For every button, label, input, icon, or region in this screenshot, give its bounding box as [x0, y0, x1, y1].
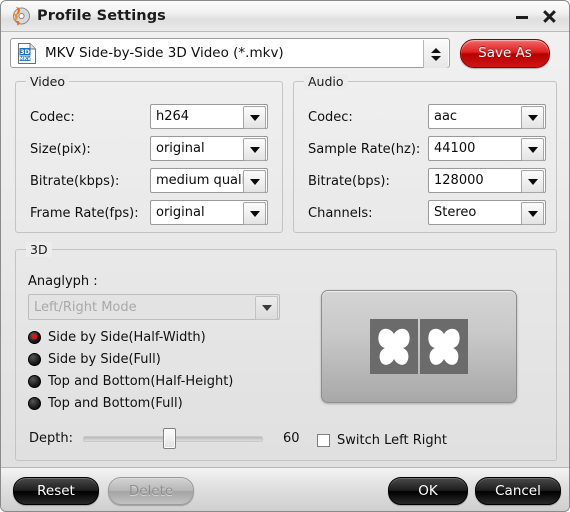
- switch-left-right-checkbox[interactable]: [317, 434, 330, 447]
- anaglyph-label: Anaglyph :: [28, 273, 98, 289]
- audio-codec-label: Codec:: [308, 109, 353, 125]
- mode-label: Side by Side(Full): [48, 351, 161, 367]
- svg-text:3D: 3D: [20, 48, 31, 56]
- video-codec-label: Codec:: [30, 109, 75, 125]
- video-framerate-row: Frame Rate(fps):: [30, 200, 139, 226]
- video-size-row: Size(pix):: [30, 136, 91, 162]
- disc-flame-icon: [9, 5, 31, 27]
- cancel-button[interactable]: Cancel: [475, 477, 561, 505]
- audio-codec-value: aac: [434, 109, 458, 124]
- profile-settings-dialog: Profile Settings 3D MKV MKV Side-by-Side…: [0, 0, 570, 512]
- audio-bitrate-value: 128000: [434, 173, 484, 188]
- switch-left-right-label: Switch Left Right: [337, 433, 447, 448]
- butterfly-icon: [428, 328, 460, 365]
- audio-samplerate-value: 44100: [434, 141, 476, 156]
- chevron-down-icon[interactable]: [243, 138, 266, 161]
- mode-top-and-bottom-half-height[interactable]: Top and Bottom(Half-Height): [28, 371, 233, 391]
- three-d-group-legend: 3D: [26, 242, 52, 257]
- preview-pane-right: [420, 319, 468, 374]
- audio-bitrate-row: Bitrate(bps):: [308, 168, 390, 194]
- audio-channels-row: Channels:: [308, 200, 373, 226]
- mode-label: Top and Bottom(Half-Height): [48, 373, 234, 389]
- chevron-down-icon[interactable]: [521, 170, 544, 193]
- reset-button[interactable]: Reset: [13, 477, 99, 505]
- mode-label: Top and Bottom(Full): [48, 395, 183, 411]
- video-framerate-value: original: [156, 205, 205, 220]
- radio-icon[interactable]: [28, 374, 41, 388]
- radio-icon[interactable]: [28, 352, 41, 366]
- radio-icon[interactable]: [28, 396, 41, 410]
- audio-channels-label: Channels:: [308, 205, 373, 221]
- chevron-down-icon[interactable]: [521, 202, 544, 225]
- chevron-down-icon[interactable]: [255, 296, 278, 320]
- svg-text:MKV: MKV: [19, 55, 31, 61]
- video-framerate-label: Frame Rate(fps):: [30, 205, 139, 221]
- anaglyph-row: Anaglyph :: [28, 268, 98, 294]
- depth-label: Depth:: [29, 431, 73, 446]
- title-bar: Profile Settings: [1, 1, 569, 32]
- window-controls: [515, 8, 563, 24]
- audio-channels-value: Stereo: [434, 205, 477, 220]
- video-size-combobox[interactable]: original: [150, 136, 268, 161]
- audio-samplerate-label: Sample Rate(hz):: [308, 141, 421, 157]
- mode-label: Side by Side(Half-Width): [48, 329, 206, 345]
- profile-format-value: MKV Side-by-Side 3D Video (*.mkv): [45, 45, 284, 61]
- chevron-down-icon[interactable]: [243, 170, 266, 193]
- dialog-footer: Reset Delete OK Cancel: [1, 467, 569, 511]
- save-as-button[interactable]: Save As: [460, 38, 550, 68]
- video-size-label: Size(pix):: [30, 141, 91, 157]
- audio-group: Audio Codec: aac Sample Rate(hz): 44100 …: [293, 74, 557, 233]
- up-down-spinner-icon[interactable]: [423, 40, 448, 68]
- format-row: 3D MKV MKV Side-by-Side 3D Video (*.mkv)…: [10, 37, 562, 69]
- radio-icon[interactable]: [28, 330, 41, 344]
- video-codec-row: Codec:: [30, 104, 75, 130]
- chevron-down-icon[interactable]: [243, 202, 266, 225]
- video-bitrate-value: medium quality: [156, 173, 259, 188]
- depth-row: Depth: 60: [29, 427, 300, 449]
- ok-button[interactable]: OK: [388, 477, 468, 505]
- video-framerate-combobox[interactable]: original: [150, 200, 268, 225]
- video-size-value: original: [156, 141, 205, 156]
- close-icon[interactable]: [542, 8, 557, 24]
- anaglyph-value: Left/Right Mode: [34, 299, 137, 315]
- butterfly-icon: [378, 328, 410, 365]
- anaglyph-combobox[interactable]: Left/Right Mode: [28, 294, 280, 320]
- video-codec-combobox[interactable]: h264: [150, 104, 268, 129]
- depth-slider[interactable]: [82, 427, 263, 449]
- audio-channels-combobox[interactable]: Stereo: [428, 200, 546, 225]
- minimize-icon[interactable]: [515, 8, 530, 24]
- audio-samplerate-combobox[interactable]: 44100: [428, 136, 546, 161]
- switch-left-right-row[interactable]: Switch Left Right: [317, 433, 447, 448]
- mode-top-and-bottom-full[interactable]: Top and Bottom(Full): [28, 393, 183, 413]
- video-group: Video Codec: h264 Size(pix): original Bi…: [15, 74, 283, 233]
- depth-value: 60: [282, 431, 300, 446]
- audio-bitrate-combobox[interactable]: 128000: [428, 168, 546, 193]
- audio-samplerate-row: Sample Rate(hz):: [308, 136, 420, 162]
- video-bitrate-combobox[interactable]: medium quality: [150, 168, 268, 193]
- audio-codec-combobox[interactable]: aac: [428, 104, 546, 129]
- mode-side-by-side-half-width[interactable]: Side by Side(Half-Width): [28, 327, 206, 347]
- audio-codec-row: Codec:: [308, 104, 353, 130]
- profile-format-combobox[interactable]: 3D MKV MKV Side-by-Side 3D Video (*.mkv): [10, 38, 450, 68]
- chevron-down-icon[interactable]: [243, 106, 266, 129]
- side-by-side-3d-preview: [321, 290, 517, 403]
- mode-side-by-side-full[interactable]: Side by Side(Full): [28, 349, 161, 369]
- video-bitrate-label: Bitrate(kbps):: [30, 173, 120, 189]
- chevron-down-icon[interactable]: [521, 106, 544, 129]
- audio-group-legend: Audio: [304, 74, 348, 89]
- video-group-legend: Video: [26, 74, 70, 89]
- delete-button: Delete: [108, 477, 194, 505]
- video-codec-value: h264: [156, 109, 190, 124]
- page-title: Profile Settings: [37, 8, 166, 24]
- audio-bitrate-label: Bitrate(bps):: [308, 173, 390, 189]
- chevron-down-icon[interactable]: [521, 138, 544, 161]
- video-bitrate-row: Bitrate(kbps):: [30, 168, 119, 194]
- mkv-3d-file-icon: 3D MKV: [17, 42, 37, 64]
- preview-pane-left: [370, 319, 418, 374]
- depth-slider-thumb[interactable]: [163, 427, 177, 449]
